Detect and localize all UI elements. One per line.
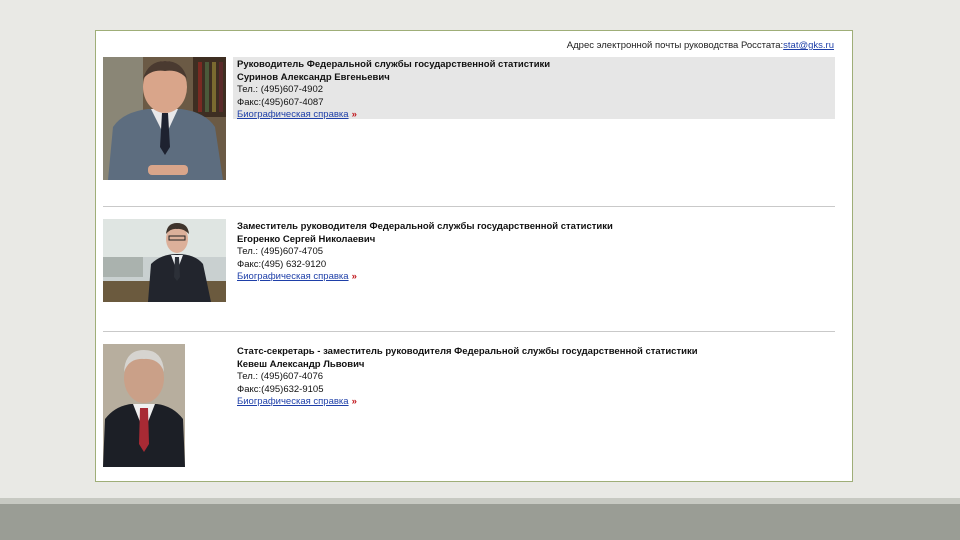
person-phone: Тел.: (495)607-4705 [237,246,324,257]
arrow-icon: » [351,271,357,282]
person-name: Егоренко Сергей Николаевич [237,233,376,245]
person-phone: Тел.: (495)607-4076 [237,371,324,382]
person-fax: Факс:(495) 632-9120 [237,258,327,270]
person-fax: Факс:(495)632-9105 [237,383,324,395]
divider [103,206,835,207]
arrow-icon: » [351,396,357,407]
person-entry: Заместитель руководителя Федеральной слу… [103,219,835,303]
person-phone: Тел.: (495)607-4902 [237,84,324,95]
email-link[interactable]: stat@gks.ru [783,40,834,51]
person-photo [103,57,226,180]
person-fax: Факс:(495)607-4087 [237,96,324,108]
footer-band [0,504,960,540]
person-info: Статс-секретарь - заместитель руководите… [237,346,698,409]
person-name: Кевеш Александр Львович [237,358,365,370]
bio-link[interactable]: Биографическая справка [237,109,349,120]
person-role: Заместитель руководителя Федеральной слу… [237,221,613,232]
bio-link[interactable]: Биографическая справка [237,271,349,282]
email-line: Адрес электронной почты руководства Росс… [567,40,834,51]
person-entry: Статс-секретарь - заместитель руководите… [103,344,835,468]
divider [103,331,835,332]
leadership-panel: Адрес электронной почты руководства Росс… [95,30,853,482]
arrow-icon: » [351,109,357,120]
bio-link-row: Биографическая справка» [237,271,613,284]
person-role: Руководитель Федеральной службы государс… [237,59,551,70]
bio-link-row: Биографическая справка» [237,109,550,122]
email-label: Адрес электронной почты руководства Росс… [566,40,784,51]
person-role: Статс-секретарь - заместитель руководите… [237,346,698,357]
person-info: Руководитель Федеральной службы государс… [237,59,550,122]
person-info: Заместитель руководителя Федеральной слу… [237,221,613,284]
bio-link[interactable]: Биографическая справка [237,396,349,407]
person-photo [103,344,185,467]
person-photo [103,219,226,302]
person-name: Суринов Александр Евгеньевич [237,71,390,83]
bio-link-row: Биографическая справка» [237,396,698,409]
person-entry: Руководитель Федеральной службы государс… [103,57,835,182]
